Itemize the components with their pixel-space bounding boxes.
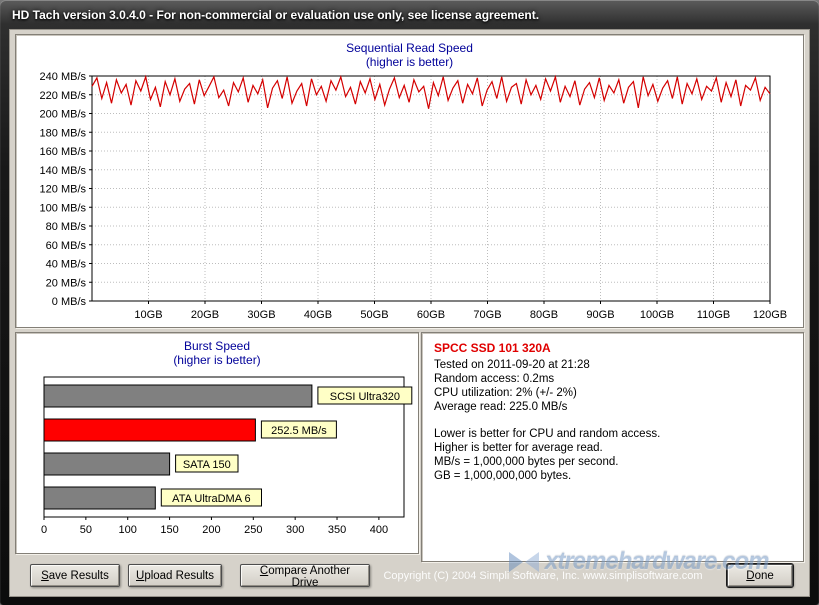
bar-label: ATA UltraDMA 6 (172, 493, 250, 505)
x-axis-label: 40GB (304, 309, 332, 321)
y-axis-label: 200 MB/s (40, 109, 87, 121)
x-axis-label: 20GB (191, 309, 219, 321)
x-axis-label: 30GB (247, 309, 275, 321)
burst-bar (44, 487, 155, 509)
bar-label: SCSI Ultra320 (330, 391, 400, 403)
burst-bar (44, 385, 312, 407)
burst-x-label: 250 (244, 524, 262, 536)
done-label: Done (732, 570, 788, 582)
burst-x-label: 350 (328, 524, 346, 536)
sequential-read-chart: 240 MB/s 220 MB/s 200 MB/s 180 MB/s 160 MB/s… (22, 71, 797, 327)
sequential-read-panel: Sequential Read Speed (higher is better)… (15, 34, 804, 328)
note-higher-better: Higher is better for average read. (434, 441, 791, 455)
title-bar[interactable]: HD Tach version 3.0.4.0 - For non-commer… (0, 0, 819, 29)
info-cpu-utilization: CPU utilization: 2% (+/- 2%) (434, 386, 791, 400)
burst-chart-subtitle: (higher is better) (16, 353, 418, 367)
save-results-label: Save Results (35, 570, 115, 582)
bar-label: SATA 150 (183, 459, 231, 471)
burst-speed-panel: Burst Speed (higher is better) SCSI Ultr… (15, 332, 419, 554)
compare-another-drive-button[interactable]: Compare Another Drive (240, 564, 370, 587)
note-mbs-definition: MB/s = 1,000,000 bytes per second. (434, 455, 791, 469)
client-area: Sequential Read Speed (higher is better)… (9, 29, 810, 597)
y-axis-label: 40 MB/s (46, 259, 87, 271)
burst-bar (44, 419, 255, 441)
burst-x-label: 200 (202, 524, 220, 536)
y-axis-label: 140 MB/s (40, 165, 87, 177)
sequential-chart-subtitle: (higher is better) (16, 55, 803, 69)
upload-results-button[interactable]: Upload Results (128, 564, 222, 587)
y-axis-label: 220 MB/s (40, 90, 87, 102)
sequential-chart-title: Sequential Read Speed (16, 35, 803, 55)
note-gb-definition: GB = 1,000,000,000 bytes. (434, 469, 791, 483)
save-results-button[interactable]: Save Results (30, 564, 120, 587)
compare-another-drive-label: Compare Another Drive (245, 565, 365, 589)
burst-x-label: 400 (370, 524, 388, 536)
x-axis-label: 80GB (530, 309, 558, 321)
x-axis-label: 100GB (640, 309, 674, 321)
burst-x-label: 150 (160, 524, 178, 536)
drive-info-panel: SPCC SSD 101 320A Tested on 2011-09-20 a… (421, 332, 804, 562)
burst-x-label: 0 (41, 524, 47, 536)
app-window: HD Tach version 3.0.4.0 - For non-commer… (0, 0, 819, 605)
x-axis-label: 50GB (360, 309, 388, 321)
y-axis-label: 180 MB/s (40, 127, 87, 139)
x-axis-label: 70GB (473, 309, 501, 321)
x-axis-label: 90GB (586, 309, 614, 321)
burst-x-label: 100 (119, 524, 137, 536)
burst-bar (44, 453, 170, 475)
y-axis-label: 240 MB/s (40, 71, 87, 83)
y-axis-label: 160 MB/s (40, 146, 87, 158)
y-axis-label: 0 MB/s (52, 296, 87, 308)
window-title: HD Tach version 3.0.4.0 - For non-commer… (12, 8, 539, 22)
x-axis-label: 60GB (417, 309, 445, 321)
burst-x-label: 50 (80, 524, 92, 536)
info-spacer (434, 414, 791, 427)
x-axis-label: 110GB (697, 309, 730, 321)
y-axis-label: 20 MB/s (46, 277, 87, 289)
upload-results-label: Upload Results (133, 570, 217, 582)
y-axis-label: 60 MB/s (46, 240, 87, 252)
x-axis-label: 10GB (134, 309, 162, 321)
info-average-read: Average read: 225.0 MB/s (434, 400, 791, 414)
burst-chart-title: Burst Speed (16, 333, 418, 353)
y-axis-label: 80 MB/s (46, 221, 87, 233)
burst-speed-chart: SCSI Ultra320 252.5 MB/s SATA 150 ATA Ultra… (18, 375, 418, 551)
drive-name: SPCC SSD 101 320A (434, 341, 791, 355)
info-tested-on: Tested on 2011-09-20 at 21:28 (434, 358, 791, 372)
y-axis-label: 100 MB/s (40, 202, 87, 214)
bar-label: 252.5 MB/s (271, 425, 327, 437)
burst-x-label: 300 (286, 524, 304, 536)
x-axis-label: 120GB (753, 309, 787, 321)
y-axis-label: 120 MB/s (40, 184, 87, 196)
copyright-text: Copyright (C) 2004 Simpli Software, Inc.… (377, 570, 709, 582)
read-speed-line (92, 77, 770, 109)
note-lower-better: Lower is better for CPU and random acces… (434, 427, 791, 441)
info-random-access: Random access: 0.2ms (434, 372, 791, 386)
done-button[interactable]: Done (727, 564, 793, 587)
